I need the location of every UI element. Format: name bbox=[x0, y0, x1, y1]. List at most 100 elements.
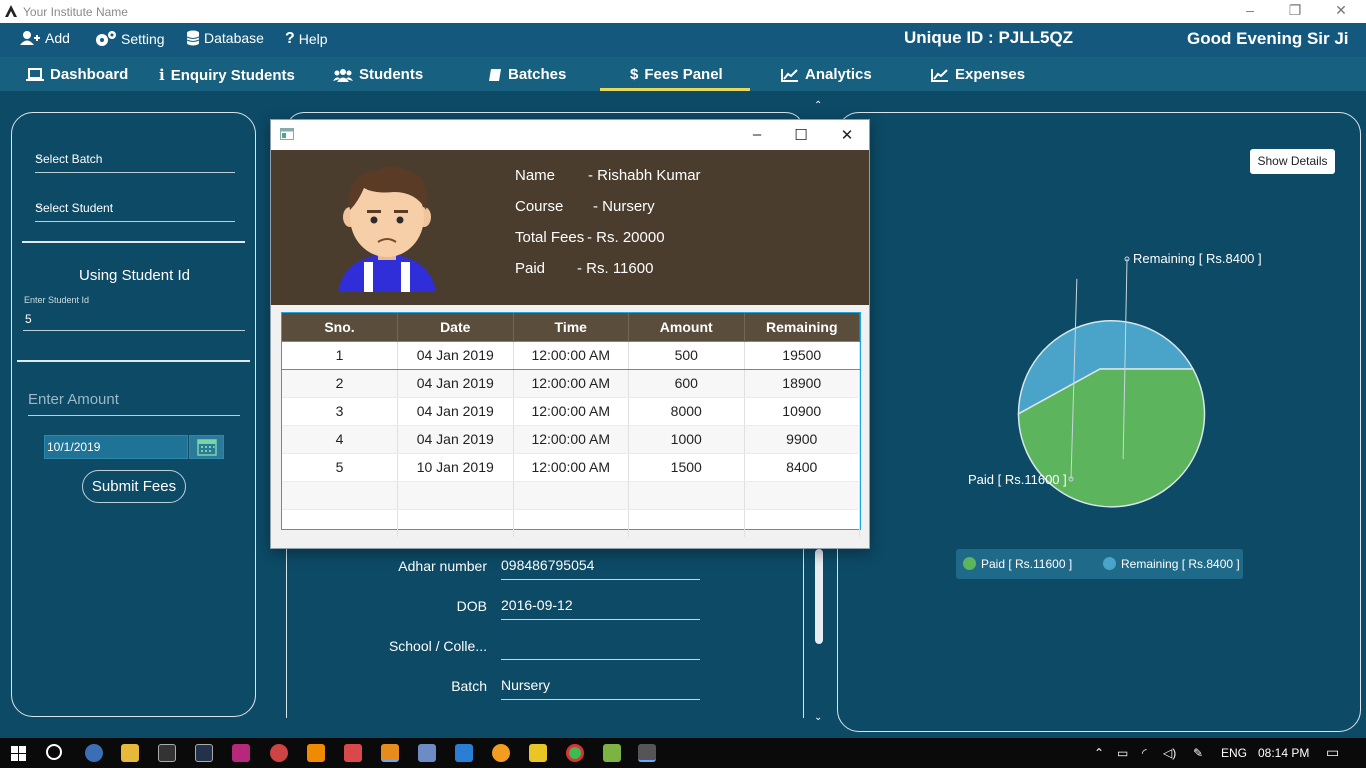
cell-remaining: 19500 bbox=[744, 340, 860, 370]
laptop-icon bbox=[26, 67, 44, 81]
info-name: Name - Rishabh Kumar bbox=[515, 167, 701, 184]
command-prompt-icon[interactable] bbox=[158, 744, 176, 762]
cell-time: 12:00:00 AM bbox=[513, 340, 629, 370]
dialog-minimize-button[interactable]: – bbox=[745, 126, 769, 146]
maps-icon[interactable] bbox=[85, 744, 103, 762]
tab-enquiry-students[interactable]: i Enquiry Students bbox=[159, 66, 295, 84]
cell-remaining: 9900 bbox=[744, 425, 860, 454]
cell-date: 04 Jan 2019 bbox=[397, 425, 514, 454]
legend-dot-remaining bbox=[1103, 557, 1116, 570]
restore-button[interactable]: ❐ bbox=[1285, 2, 1305, 20]
notifications-icon[interactable]: ▭ bbox=[1326, 744, 1339, 761]
menu-setting[interactable]: Setting bbox=[95, 30, 165, 48]
minimize-button[interactable]: – bbox=[1240, 2, 1260, 20]
battery-icon[interactable]: ▭ bbox=[1117, 746, 1128, 760]
date-input[interactable]: 10/1/2019 bbox=[44, 435, 188, 459]
clock[interactable]: 08:14 PM bbox=[1258, 746, 1309, 760]
cell-date: 04 Jan 2019 bbox=[397, 397, 514, 426]
scroll-down-icon[interactable]: ⌄ bbox=[814, 712, 822, 723]
volume-icon[interactable]: ◁) bbox=[1163, 746, 1176, 760]
menu-add-label: Add bbox=[45, 30, 70, 46]
scrollbar-thumb[interactable] bbox=[815, 549, 823, 644]
paid-label: Paid bbox=[515, 260, 546, 277]
app-icon[interactable] bbox=[344, 744, 362, 762]
tab-fees-panel[interactable]: $ Fees Panel bbox=[630, 66, 723, 83]
tab-analytics[interactable]: Analytics bbox=[781, 66, 872, 83]
pen-icon[interactable]: ✎ bbox=[1193, 746, 1203, 760]
vlc-icon[interactable] bbox=[307, 744, 325, 762]
cell-sno: 3 bbox=[282, 397, 398, 426]
file-explorer-icon[interactable] bbox=[121, 744, 139, 762]
dob-field[interactable]: 2016-09-12 bbox=[501, 596, 700, 620]
student-id-input[interactable]: 5 bbox=[23, 309, 245, 331]
language-indicator[interactable]: ENG bbox=[1221, 746, 1247, 760]
chevron-up-icon[interactable]: ⌃ bbox=[1094, 746, 1104, 760]
submit-fees-button[interactable]: Submit Fees bbox=[82, 470, 186, 503]
windows-start-icon[interactable] bbox=[11, 746, 26, 761]
total-fees-value: - Rs. 20000 bbox=[587, 229, 665, 246]
table-row[interactable]: 3 04 Jan 2019 12:00:00 AM 8000 10900 bbox=[282, 397, 860, 426]
select-batch-dropdown[interactable]: Select Batch ⌄ bbox=[35, 145, 235, 173]
tab-expenses[interactable]: Expenses bbox=[931, 66, 1025, 83]
divider bbox=[22, 241, 245, 243]
student-avatar bbox=[338, 166, 436, 292]
col-date[interactable]: Date bbox=[397, 313, 514, 341]
adhar-field[interactable]: 098486795054 bbox=[501, 556, 700, 580]
app-icon[interactable] bbox=[455, 744, 473, 762]
table-row[interactable]: 1 04 Jan 2019 12:00:00 AM 500 19500 bbox=[282, 340, 860, 370]
amount-input[interactable]: Enter Amount bbox=[28, 388, 240, 416]
terminal-icon[interactable] bbox=[195, 744, 213, 762]
tab-dashboard[interactable]: Dashboard bbox=[26, 66, 128, 83]
student-info-header: Name - Rishabh Kumar Course - Nursery Tota… bbox=[271, 150, 869, 305]
search-icon[interactable] bbox=[46, 744, 62, 760]
cell-time: 12:00:00 AM bbox=[513, 425, 629, 454]
dialog-close-button[interactable]: ✕ bbox=[835, 126, 859, 146]
question-icon: ? bbox=[285, 30, 295, 47]
select-student-dropdown[interactable]: Select Student ⌄ bbox=[35, 194, 235, 222]
window-icon bbox=[280, 128, 294, 140]
close-button[interactable]: ✕ bbox=[1331, 2, 1351, 20]
table-header-row: Sno. Date Time Amount Remaining bbox=[282, 313, 860, 341]
menu-database[interactable]: Database bbox=[186, 30, 264, 46]
col-sno[interactable]: Sno. bbox=[282, 313, 398, 341]
app-icon[interactable] bbox=[529, 744, 547, 762]
table-row[interactable]: 2 04 Jan 2019 12:00:00 AM 600 18900 bbox=[282, 369, 860, 398]
taskbar: ⌃ ▭ ◜ ◁) ✎ ENG 08:14 PM ▭ bbox=[0, 738, 1366, 768]
cell-sno: 1 bbox=[282, 340, 398, 370]
col-remaining[interactable]: Remaining bbox=[744, 313, 860, 341]
col-amount[interactable]: Amount bbox=[628, 313, 745, 341]
java-app-icon[interactable] bbox=[638, 744, 656, 762]
menu-help[interactable]: ? Help bbox=[285, 30, 328, 48]
batch-field[interactable]: Nursery bbox=[501, 676, 700, 700]
chart-legend: Paid [ Rs.11600 ] Remaining [ Rs.8400 ] bbox=[956, 549, 1243, 579]
dialog-maximize-button[interactable]: ☐ bbox=[789, 126, 813, 146]
col-time[interactable]: Time bbox=[513, 313, 629, 341]
cell-remaining: 10900 bbox=[744, 397, 860, 426]
scroll-up-icon[interactable]: ⌃ bbox=[814, 100, 822, 111]
table-row[interactable]: 4 04 Jan 2019 12:00:00 AM 1000 9900 bbox=[282, 425, 860, 454]
gears-icon bbox=[96, 31, 116, 46]
paint-icon[interactable] bbox=[232, 744, 250, 762]
school-field[interactable] bbox=[501, 636, 700, 660]
tab-students[interactable]: Students bbox=[333, 66, 423, 83]
dialog-title-bar: – ☐ ✕ bbox=[271, 120, 869, 150]
fees-history-table: Sno. Date Time Amount Remaining 1 04 Jan… bbox=[281, 312, 861, 537]
cell-sno: 5 bbox=[282, 453, 398, 482]
app-icon[interactable] bbox=[418, 744, 436, 762]
table-row[interactable]: 5 10 Jan 2019 12:00:00 AM 1500 8400 bbox=[282, 453, 860, 482]
tab-fees-panel-label: Fees Panel bbox=[644, 66, 723, 83]
tab-batches[interactable]: Batches bbox=[488, 66, 566, 83]
wifi-icon[interactable]: ◜ bbox=[1142, 746, 1147, 760]
app-icon[interactable] bbox=[492, 744, 510, 762]
sublime-icon[interactable] bbox=[381, 744, 399, 762]
calendar-button[interactable] bbox=[189, 435, 224, 459]
cell-remaining: 8400 bbox=[744, 453, 860, 482]
app-icon[interactable] bbox=[270, 744, 288, 762]
chevron-down-icon: ⌄ bbox=[35, 200, 44, 211]
chrome-icon[interactable] bbox=[566, 744, 584, 762]
android-studio-icon[interactable] bbox=[603, 744, 621, 762]
table-row-empty bbox=[282, 481, 860, 510]
menu-add[interactable]: Add bbox=[19, 30, 70, 46]
menu-database-label: Database bbox=[204, 30, 264, 46]
cell-time: 12:00:00 AM bbox=[513, 397, 629, 426]
